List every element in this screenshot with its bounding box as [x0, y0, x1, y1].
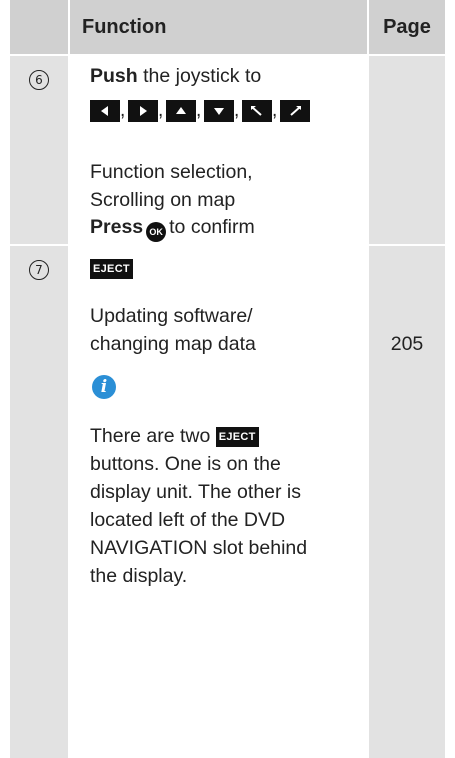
- note-line-5: NAVIGATION slot behind: [90, 537, 308, 559]
- page-number: 205: [390, 333, 424, 355]
- page-column: [369, 0, 445, 758]
- separator-comma: ,: [234, 100, 240, 121]
- press-confirm-line: Press OK to confirm: [90, 213, 360, 242]
- eject-key-icon: EJECT: [90, 259, 133, 279]
- separator-comma: ,: [196, 100, 202, 121]
- push-instruction: Push the joystick to: [90, 62, 360, 90]
- number-column: [10, 0, 68, 758]
- diagonal-up-left-arrow-icon: [242, 100, 272, 122]
- note-line-2: buttons. One is on the: [90, 453, 281, 475]
- header-page-label: Page: [369, 0, 445, 54]
- header-function-label: Function: [70, 0, 367, 54]
- up-arrow-icon: [166, 100, 196, 122]
- separator-comma: ,: [158, 100, 164, 121]
- left-arrow-icon: [90, 100, 120, 122]
- updating-software-line: Updating software/: [90, 305, 253, 327]
- note-line-3: display unit. The other is: [90, 481, 302, 503]
- scrolling-on-map-line: Scrolling on map: [90, 189, 236, 211]
- row-divider: [10, 54, 445, 56]
- right-arrow-icon: [128, 100, 158, 122]
- note-line-4: located left of the DVD: [90, 509, 286, 531]
- header-number-cell: [10, 0, 68, 54]
- circled-number: 7: [29, 260, 49, 280]
- down-arrow-icon: [204, 100, 234, 122]
- info-icon: i: [92, 375, 116, 399]
- ok-button-icon: OK: [146, 222, 167, 242]
- row-number-6: 6: [10, 66, 68, 90]
- separator-comma: ,: [272, 100, 278, 121]
- press-rest: to confirm: [169, 216, 255, 238]
- table-header: Function Page: [10, 0, 445, 54]
- joystick-arrow-keys: , , , , ,: [90, 96, 310, 122]
- row-number-7: 7: [10, 256, 68, 280]
- press-bold: Press: [90, 216, 144, 238]
- note-line-6: the display.: [90, 565, 188, 587]
- changing-map-data-line: changing map data: [90, 333, 256, 355]
- diagonal-up-right-arrow-icon: [280, 100, 310, 122]
- note-text: There are two: [90, 425, 211, 447]
- separator-comma: ,: [120, 100, 126, 121]
- note-line-1: There are two EJECT: [90, 422, 360, 450]
- row-divider: [10, 244, 445, 246]
- function-selection-line: Function selection,: [90, 161, 253, 183]
- push-rest: the joystick to: [137, 65, 262, 87]
- push-bold: Push: [90, 65, 138, 87]
- eject-key-line: EJECT: [90, 254, 360, 282]
- circled-number: 6: [29, 70, 49, 90]
- eject-key-icon: EJECT: [215, 427, 259, 447]
- function-table: Function Page 6 Push the joystick to , ,…: [10, 0, 445, 758]
